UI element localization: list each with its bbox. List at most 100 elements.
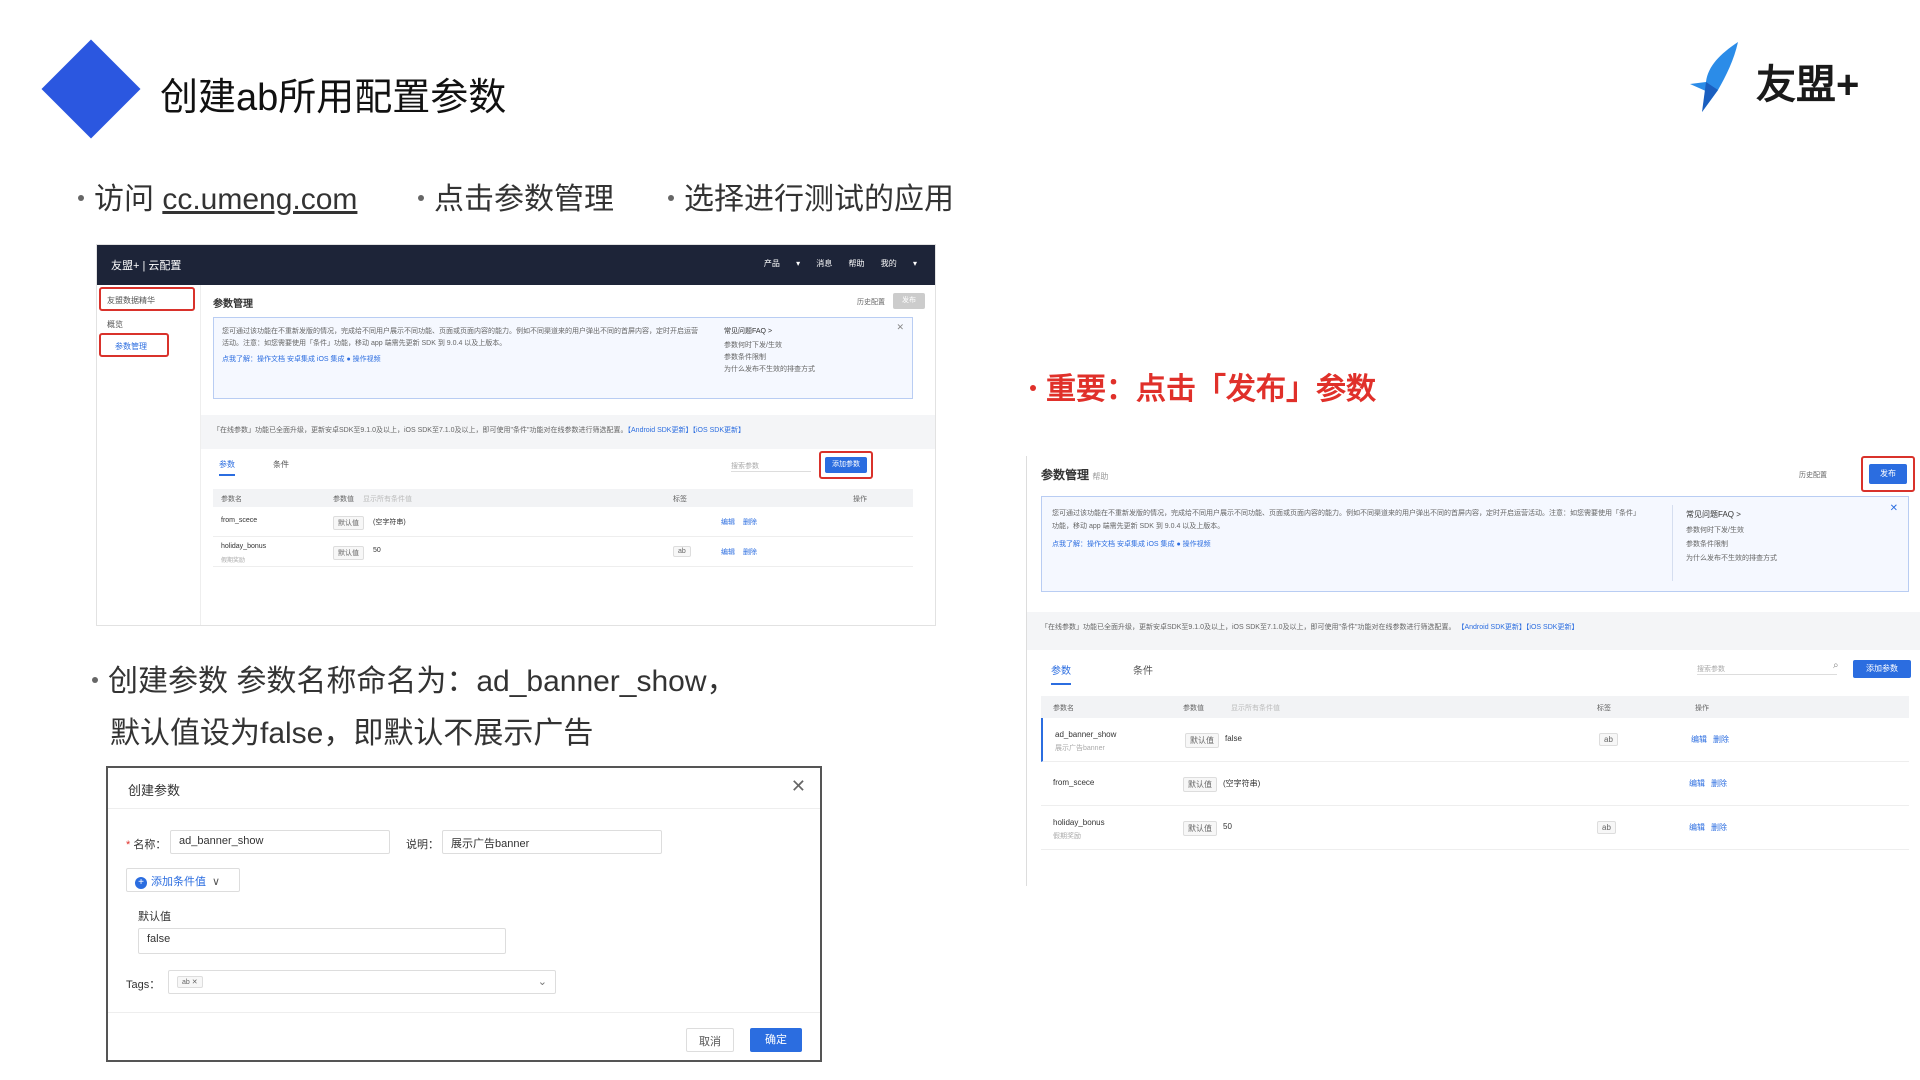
param-desc: 假期奖励 (221, 557, 246, 564)
confirm-button[interactable]: 确定 (750, 1028, 802, 1052)
console-topbar: 友盟+ | 云配置 产品 ▾ 消息 帮助 我的 ▾ (97, 245, 935, 285)
faq-item[interactable]: 参数何时下发/生效 (724, 340, 782, 350)
tab-conditions[interactable]: 条件 (1133, 662, 1153, 677)
info-box: 您可通过该功能在不重新发版的情况，完成给不同用户展示不同功能、页面或页面内容的能… (1041, 496, 1909, 592)
table-header: 参数名 参数值 显示所有条件值 标签 操作 (213, 489, 913, 507)
publish-button-disabled[interactable]: 发布 (893, 293, 925, 309)
table-header: 参数名 参数值 显示所有条件值 标签 操作 (1041, 696, 1909, 718)
history-config-link[interactable]: 历史配置 (857, 297, 885, 307)
dialog-title: 创建参数 (128, 783, 181, 798)
tab-params[interactable]: 参数 (219, 459, 235, 476)
table-row: holiday_bonus 假期奖励 默认值 50 ab 编辑 删除 (213, 537, 913, 567)
create-param-line2: 默认值设为false，即默认不展示广告 (110, 717, 594, 750)
params-table-body: ad_banner_show 展示广告banner 默认值 false ab 编辑 删除 fr… (1041, 718, 1909, 886)
umeng-link[interactable]: cc.umeng.com (162, 183, 357, 216)
edit-link[interactable]: 编辑 (1689, 822, 1705, 833)
default-value-badge: 默认值 (1183, 821, 1217, 836)
search-input[interactable]: 搜索参数 (1697, 664, 1837, 675)
console-nav[interactable]: 产品 ▾ 消息 帮助 我的 ▾ (764, 258, 917, 269)
edit-link[interactable]: 编辑 (721, 517, 735, 527)
param-value: (空字符串) (1223, 779, 1261, 788)
params-table-panel: 参数 条件 搜索参数 添加参数 参数名 参数值 显示所有条件值 标签 操作 fr… (201, 449, 935, 625)
tag-chip: ab ✕ (177, 976, 203, 988)
add-condition-button[interactable]: + 添加条件值 ∨ (126, 868, 240, 892)
tag-chip: ab (673, 545, 691, 557)
tab-params[interactable]: 参数 (1051, 662, 1071, 685)
table-row: holiday_bonus 假期奖励 默认值 50 ab 编辑 删除 (1041, 806, 1909, 850)
console-brand: 友盟+ | 云配置 (111, 260, 182, 272)
info-links[interactable]: 点我了解：操作文档 安卓集成 iOS 集成 ● 操作视频 (1052, 539, 1211, 549)
tags-select[interactable]: ab ✕ ⌄ (168, 970, 556, 994)
param-value: false (1225, 734, 1242, 743)
app-selector-highlight (99, 287, 195, 311)
delete-link[interactable]: 删除 (1711, 778, 1727, 789)
faq-title[interactable]: 常见问题FAQ > (1686, 509, 1741, 520)
info-text: 您可通过该功能在不重新发版的情况，完成给不同用户展示不同功能、页面或页面内容的能… (222, 328, 698, 347)
create-param-line1: 创建参数 参数名称命名为：ad_banner_show， (92, 656, 737, 700)
params-table-panel: 参数 条件 搜索参数 ⌕ 添加参数 参数名 参数值 显示所有条件值 标签 操作 … (1027, 650, 1920, 886)
delete-link[interactable]: 删除 (1713, 734, 1729, 745)
step-visit: 访问 cc.umeng.com (78, 174, 357, 218)
default-value-badge: 默认值 (333, 515, 364, 530)
close-icon[interactable]: ✕ (896, 322, 904, 333)
search-icon[interactable]: ⌕ (1833, 660, 1839, 671)
info-links[interactable]: 点我了解：操作文档 安卓集成 iOS 集成 ● 操作视频 (222, 354, 381, 364)
console-sidebar: 友盟数据精华 概览 参数管理 (97, 285, 201, 625)
faq-item[interactable]: 参数何时下发/生效 (1686, 525, 1744, 535)
cancel-button[interactable]: 取消 (686, 1028, 734, 1052)
create-param-dialog: 创建参数 ✕ * 名称： ad_banner_show 说明： 展示广告bann… (106, 766, 822, 1062)
faq-item[interactable]: 参数条件限制 (1686, 539, 1728, 549)
param-value: 50 (373, 546, 381, 554)
upgrade-note: 「在线参数」功能已全面升级，更新安卓SDK至9.1.0及以上，iOS SDK至7… (213, 427, 745, 434)
faq-item[interactable]: 参数条件限制 (724, 352, 766, 362)
step-select-app: 选择进行测试的应用 (668, 174, 954, 218)
edit-link[interactable]: 编辑 (1691, 734, 1707, 745)
sidebar-item-overview[interactable]: 概览 (107, 319, 123, 330)
logo-text: 友盟+ (1756, 63, 1860, 107)
param-name: holiday_bonus (1053, 818, 1105, 827)
faq-item[interactable]: 为什么发布不生效的排查方式 (724, 364, 815, 374)
add-param-button[interactable]: 添加参数 (1853, 660, 1911, 678)
add-param-highlight (819, 451, 873, 479)
upgrade-note: 「在线参数」功能已全面升级，更新安卓SDK至9.1.0及以上，iOS SDK至7… (1041, 624, 1579, 631)
close-icon[interactable]: ✕ (192, 979, 198, 986)
tab-conditions[interactable]: 条件 (273, 459, 289, 470)
param-desc: 展示广告banner (1055, 745, 1105, 752)
default-value-input[interactable]: false (138, 928, 506, 954)
table-row: from_scece 默认值 (空字符串) 编辑 删除 (213, 507, 913, 537)
delete-link[interactable]: 删除 (1711, 822, 1727, 833)
delete-link[interactable]: 删除 (743, 517, 757, 527)
page-title: 参数管理 (213, 299, 253, 310)
delete-link[interactable]: 删除 (743, 547, 757, 557)
param-name: holiday_bonus (221, 542, 267, 550)
default-value-badge: 默认值 (1185, 733, 1219, 748)
desc-input[interactable]: 展示广告banner (442, 830, 662, 854)
param-value: (空字符串) (373, 518, 406, 526)
default-value-badge: 默认值 (1183, 777, 1217, 792)
umeng-logo: 友盟+ (1680, 40, 1880, 120)
faq-title[interactable]: 常见问题FAQ > (724, 326, 772, 336)
sidebar-params-highlight (99, 333, 169, 357)
plus-icon: + (135, 877, 147, 889)
edit-link[interactable]: 编辑 (1689, 778, 1705, 789)
param-value: 50 (1223, 822, 1232, 831)
edit-link[interactable]: 编辑 (721, 547, 735, 557)
name-label: * 名称： (126, 839, 167, 851)
param-name: ad_banner_show (1055, 730, 1117, 739)
faq-item[interactable]: 为什么发布不生效的排查方式 (1686, 553, 1777, 563)
diamond-decoration (41, 39, 141, 139)
params-header-panel: 参数管理 历史配置 发布 您可通过该功能在不重新发版的情况，完成给不同用户展示不… (201, 285, 935, 415)
page-title: 参数管理 帮助 (1041, 468, 1109, 482)
search-input[interactable]: 搜索参数 (731, 461, 811, 472)
param-name: from_scece (1053, 778, 1095, 787)
chevron-down-icon: ∨ (212, 876, 221, 888)
tag-chip: ab (1599, 733, 1618, 746)
params-table-body: from_scece 默认值 (空字符串) 编辑 删除 holiday_bonus 假期奖励… (213, 507, 913, 625)
close-icon[interactable]: ✕ (1890, 503, 1898, 514)
close-icon[interactable]: ✕ (791, 776, 806, 797)
history-config-link[interactable]: 历史配置 (1799, 470, 1827, 480)
name-input[interactable]: ad_banner_show (170, 830, 390, 854)
slide-title: 创建ab所用配置参数 (160, 77, 507, 119)
swallow-logo-icon (1690, 42, 1738, 112)
console-screenshot-2: 参数管理 帮助 历史配置 发布 您可通过该功能在不重新发版的情况，完成给不同用户… (1026, 456, 1920, 886)
